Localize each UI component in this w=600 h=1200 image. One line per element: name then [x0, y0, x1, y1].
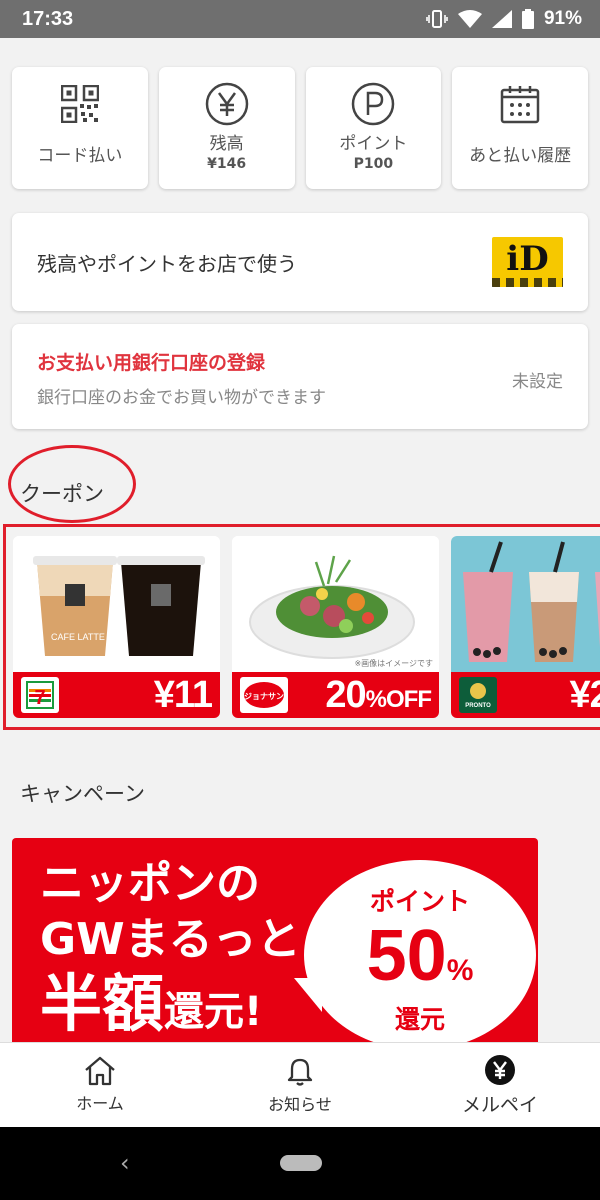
tile-label: 残高 — [209, 134, 244, 154]
vibrate-icon — [426, 10, 448, 28]
bank-subtitle: 銀行口座のお金でお買い物ができます — [37, 388, 326, 408]
nav-notifications[interactable]: お知らせ — [200, 1043, 400, 1127]
tile-balance[interactable]: 残高 ¥146 — [158, 67, 295, 189]
points-value: P100 — [353, 156, 394, 172]
nav-merpay[interactable]: メルペイ — [400, 1043, 600, 1127]
tile-deferred-history[interactable]: あと払い履歴 — [452, 67, 588, 189]
home-icon — [85, 1056, 115, 1086]
quick-actions: コード払い 残高 ¥146 ポイント P100 あと払い履歴 — [12, 67, 588, 189]
status-time: 17:33 — [22, 7, 74, 30]
nav-label: メルペイ — [461, 1093, 538, 1116]
nav-home[interactable]: ホーム — [0, 1043, 200, 1127]
yen-circle-icon — [205, 82, 248, 126]
bank-title: お支払い用銀行口座の登録 — [37, 352, 266, 374]
banner-bubble: ポイント 50% 還元 — [304, 860, 536, 1048]
qr-code-icon — [60, 85, 99, 123]
tile-label: コード払い — [37, 146, 123, 166]
calendar-icon — [500, 86, 540, 124]
campaign-banner[interactable]: ニッポンの GWまるっと 半額還元! ポイント 50% 還元 — [12, 838, 538, 1048]
wifi-icon — [457, 10, 482, 28]
nav-label: ホーム — [76, 1094, 124, 1113]
balance-value: ¥146 — [207, 156, 247, 172]
point-circle-icon — [352, 82, 395, 126]
bank-registration-card[interactable]: お支払い用銀行口座の登録 銀行口座のお金でお買い物ができます 未設定 — [12, 324, 588, 429]
back-icon[interactable]: ‹ — [120, 1149, 130, 1177]
home-pill[interactable] — [280, 1155, 322, 1171]
annotation-circle — [8, 445, 136, 523]
tile-label: あと払い履歴 — [469, 146, 572, 166]
status-icons: 91% — [426, 8, 582, 30]
bank-status: 未設定 — [512, 372, 563, 392]
annotation-rectangle — [3, 524, 600, 730]
battery-icon — [521, 9, 534, 29]
id-payment-card[interactable]: 残高やポイントをお店で使う iD — [12, 213, 588, 311]
bottom-navigation: ホーム お知らせ メルペイ — [0, 1042, 600, 1127]
banner-headline: ニッポンの GWまるっと 半額還元! — [40, 858, 301, 1040]
campaign-section-title: キャンペーン — [20, 782, 145, 806]
tile-label: ポイント — [339, 134, 408, 154]
bell-icon — [287, 1058, 313, 1086]
yen-filled-icon — [485, 1054, 515, 1085]
status-bar: 17:33 91% — [0, 0, 600, 38]
nav-label: お知らせ — [268, 1095, 332, 1114]
id-logo: iD — [492, 237, 563, 287]
id-card-text: 残高やポイントをお店で使う — [37, 251, 297, 276]
tile-points[interactable]: ポイント P100 — [305, 67, 442, 189]
tile-code-pay[interactable]: コード払い — [12, 67, 148, 189]
battery-level: 91% — [543, 8, 582, 29]
signal-icon — [491, 10, 512, 28]
system-navigation-bar: ‹ — [0, 1127, 600, 1200]
